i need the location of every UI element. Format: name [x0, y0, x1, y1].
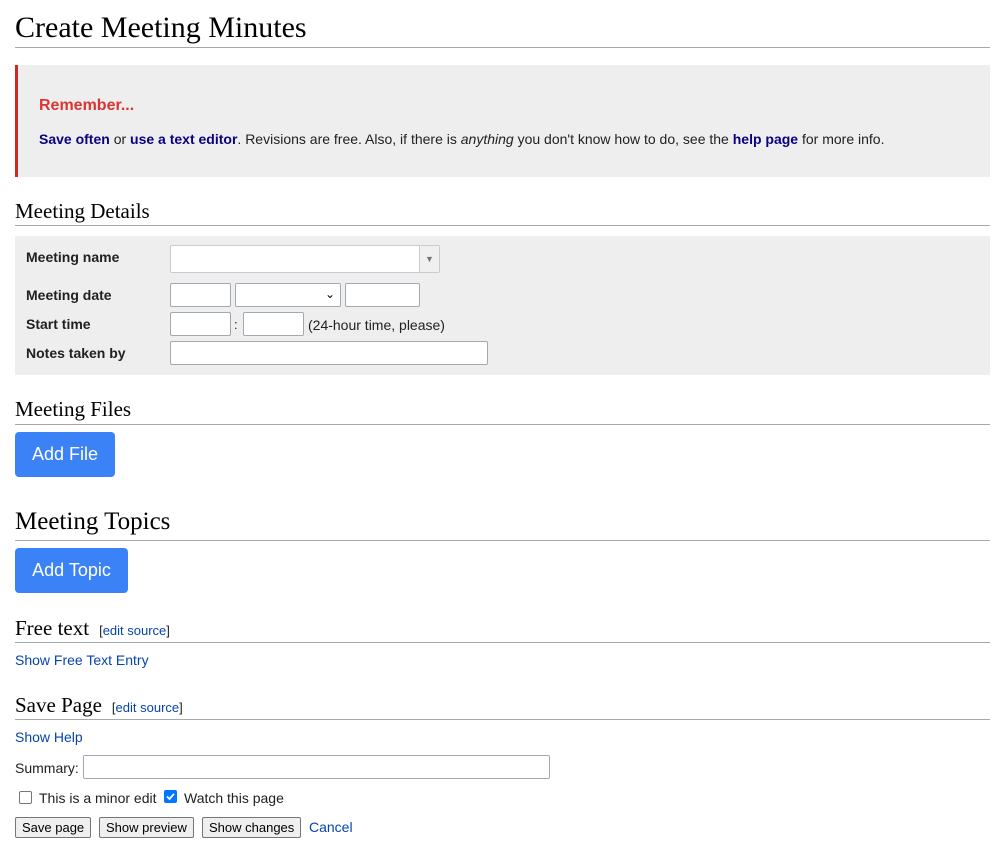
meeting-files-heading: Meeting Files: [15, 396, 990, 425]
show-changes-button[interactable]: Show changes: [202, 817, 302, 838]
notice-text-1: . Revisions are free. Also, if there is: [237, 131, 457, 147]
save-page-edit-source-link[interactable]: edit source: [116, 700, 180, 715]
time-hint: (24-hour time, please): [308, 317, 445, 333]
show-free-text-entry-link[interactable]: Show Free Text Entry: [15, 652, 149, 668]
bracket-close: ]: [179, 700, 183, 715]
meeting-name-combobox[interactable]: ▼: [170, 245, 440, 273]
minor-edit-checkbox[interactable]: [19, 791, 32, 804]
meeting-year-input[interactable]: [345, 283, 420, 307]
notice-text-2: you don't know how to do, see the: [517, 131, 729, 147]
bracket-close: ]: [166, 623, 170, 638]
free-text-edit-source-link[interactable]: edit source: [103, 623, 167, 638]
add-topic-button[interactable]: Add Topic: [15, 548, 128, 593]
notice-or-text: or: [113, 131, 127, 147]
summary-input[interactable]: [83, 755, 550, 779]
summary-label: Summary:: [15, 760, 79, 776]
meeting-name-label: Meeting name: [26, 249, 120, 265]
watch-page-label: Watch this page: [184, 790, 284, 806]
meeting-details-panel: Meeting name ▼ Meeting date ⌄ Start time…: [15, 236, 990, 375]
time-separator: :: [234, 317, 238, 332]
free-text-edit-section: [edit source]: [99, 623, 170, 638]
combobox-arrow-icon[interactable]: ▼: [419, 246, 439, 272]
meeting-topics-heading: Meeting Topics: [15, 506, 990, 541]
meeting-date-label: Meeting date: [26, 287, 112, 303]
chevron-down-icon: ⌄: [324, 287, 335, 301]
add-file-button[interactable]: Add File: [15, 432, 115, 477]
start-minute-input[interactable]: [243, 312, 304, 336]
notice-title: Remember...: [39, 97, 135, 114]
free-text-heading-row: Free text [edit source]: [15, 616, 990, 643]
meeting-day-input[interactable]: [170, 283, 231, 307]
start-time-label: Start time: [26, 316, 91, 332]
notice-body: Save often or use a text editor. Revisio…: [39, 131, 884, 147]
page-title: Create Meeting Minutes: [15, 10, 990, 48]
show-preview-button[interactable]: Show preview: [99, 817, 194, 838]
save-page-edit-section: [edit source]: [112, 700, 183, 715]
remember-notice: Remember... Save often or use a text edi…: [15, 65, 990, 177]
checkmark-icon: [166, 793, 175, 801]
free-text-heading: Free text: [15, 616, 90, 640]
save-page-button[interactable]: Save page: [15, 817, 92, 838]
save-page-heading-row: Save Page [edit source]: [15, 693, 990, 720]
cancel-link[interactable]: Cancel: [309, 819, 353, 835]
show-help-link[interactable]: Show Help: [15, 729, 83, 745]
notice-text-3: for more info.: [801, 131, 885, 147]
help-page-link[interactable]: help page: [733, 131, 798, 147]
notice-anything-text: anything: [460, 131, 514, 147]
watch-page-checkbox[interactable]: [164, 790, 177, 803]
save-page-heading: Save Page: [15, 693, 102, 717]
start-hour-input[interactable]: [170, 312, 231, 336]
minor-edit-label: This is a minor edit: [39, 790, 157, 806]
notes-taken-by-input[interactable]: [170, 341, 488, 365]
notes-taken-by-label: Notes taken by: [26, 345, 126, 361]
save-often-link[interactable]: Save often: [39, 131, 110, 147]
meeting-month-select[interactable]: ⌄: [235, 283, 341, 307]
use-text-editor-link[interactable]: use a text editor: [130, 131, 237, 147]
meeting-details-heading: Meeting Details: [15, 198, 990, 226]
